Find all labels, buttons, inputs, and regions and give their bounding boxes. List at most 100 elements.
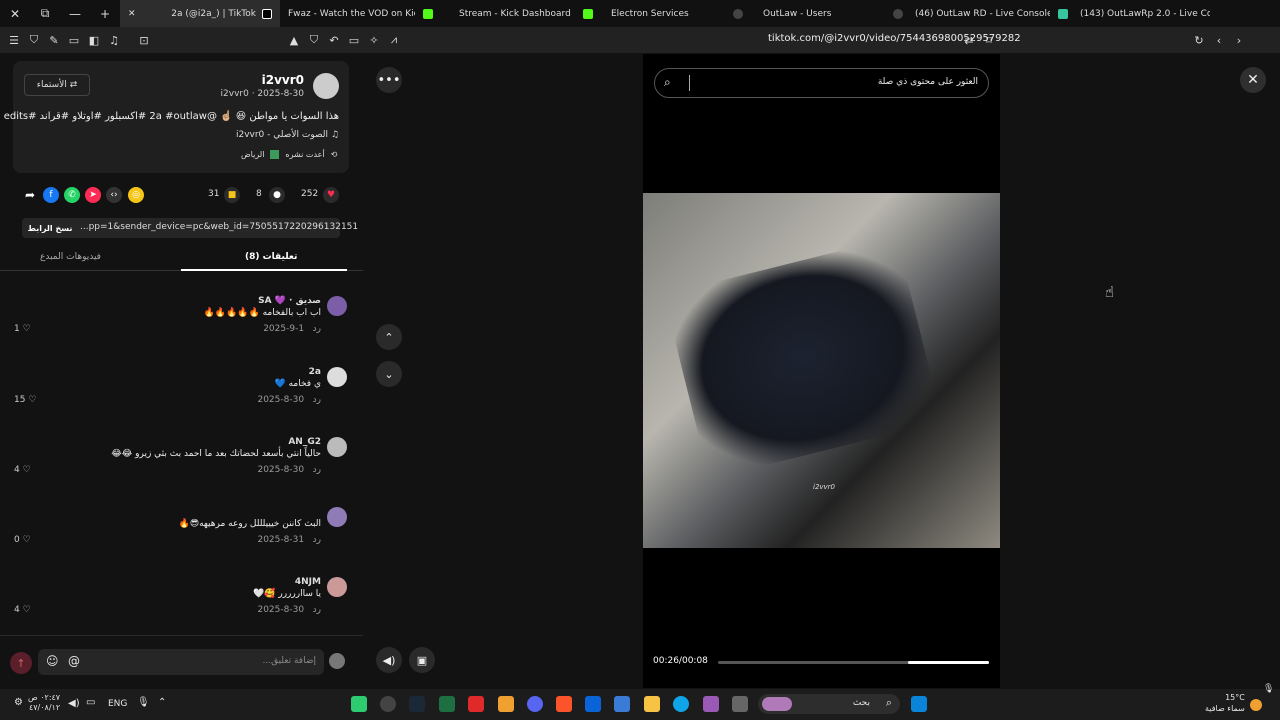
forward-icon[interactable]: › <box>1229 30 1249 50</box>
post-username[interactable]: i2vvr0 <box>262 73 304 87</box>
facebook-icon[interactable]: f <box>43 187 59 203</box>
location-label[interactable]: الرياض <box>241 150 264 159</box>
tab-outlaw-rd[interactable]: (46) OutLaw RD - Live Console <box>885 0 1050 27</box>
address-bar[interactable]: tiktok.com/@i2vvr0/video/754436980052957… <box>768 33 1021 44</box>
reload-icon[interactable]: ↻ <box>1189 30 1209 50</box>
pip-icon[interactable]: ▣ <box>409 647 435 673</box>
close-icon[interactable]: ✕ <box>1240 67 1266 93</box>
app-icon[interactable] <box>468 696 484 712</box>
app-icon[interactable] <box>351 696 367 712</box>
reply-button[interactable]: رد <box>313 535 321 545</box>
comment-like[interactable]: 1 ♡ <box>14 324 31 334</box>
shield-icon[interactable]: ⛉ <box>24 30 44 50</box>
video-frame[interactable]: i2vvr0 <box>643 193 1000 548</box>
post-sound[interactable]: ♫ الصوت الأصلي - i2vvr0 <box>236 130 339 140</box>
tab-outlaw-users[interactable]: OutLaw - Users <box>725 0 885 27</box>
windows-start-icon[interactable] <box>911 696 927 712</box>
comment-author[interactable]: AN_G2 <box>288 437 321 447</box>
close-tab-icon[interactable]: ✕ <box>128 9 136 19</box>
clock-app-icon[interactable] <box>380 696 396 712</box>
more-options-icon[interactable]: ••• <box>376 67 402 93</box>
reply-button[interactable]: رد <box>313 465 321 475</box>
tab-kick-vod[interactable]: Fwaz - Watch the VOD on Kick <box>280 0 415 27</box>
copy-link-button[interactable]: نسخ الرابط <box>26 220 74 236</box>
related-search-input[interactable]: ⌕ العثور على محتوى ذي صلة <box>654 68 989 98</box>
music-icon[interactable]: ♫ <box>104 30 124 50</box>
restore-icon[interactable]: ⧉ <box>30 0 60 27</box>
reply-button[interactable]: رد <box>313 324 321 334</box>
whatsapp-icon[interactable]: ✆ <box>64 187 80 203</box>
avatar[interactable] <box>327 296 347 316</box>
comment-like[interactable]: 15 ♡ <box>14 395 36 405</box>
send-icon[interactable]: ➤ <box>85 187 101 203</box>
tab-outlawrp[interactable]: (143) OutLawRp 2.0 - Live Console <box>1050 0 1210 27</box>
task-view-icon[interactable] <box>732 696 748 712</box>
next-video-icon[interactable]: ⌄ <box>376 361 402 387</box>
microphone-icon[interactable]: 🎙 <box>137 697 150 708</box>
clock[interactable]: ٠٢:٤٧ ص ٤٧/٠٨/١٢ <box>28 693 60 713</box>
monitor-icon[interactable]: ▭ <box>344 30 364 50</box>
mention-icon[interactable]: @ <box>68 654 80 668</box>
copilot-icon[interactable] <box>703 696 719 712</box>
emoji-icon[interactable]: ☺ <box>46 654 59 668</box>
brave-icon[interactable] <box>556 696 572 712</box>
back-icon[interactable]: ‹ <box>1209 30 1229 50</box>
excel-icon[interactable] <box>439 696 455 712</box>
avatar[interactable] <box>327 437 347 457</box>
link-text[interactable]: ...pp=1&sender_device=pc&web_id=75055172… <box>80 222 358 232</box>
post-comment-button[interactable]: ↑ <box>10 652 32 674</box>
bookmark-save-icon[interactable]: ■ <box>224 187 240 203</box>
puzzle-icon[interactable]: ✧ <box>364 30 384 50</box>
discord-icon[interactable] <box>527 696 543 712</box>
settings-icon[interactable]: ⚙ <box>14 697 23 708</box>
avatar[interactable] <box>327 367 347 387</box>
comment-like[interactable]: 4 ♡ <box>14 465 31 475</box>
app-icon[interactable] <box>498 696 514 712</box>
new-tab-icon[interactable]: + <box>90 0 120 27</box>
prev-video-icon[interactable]: ⌃ <box>376 324 402 350</box>
comment-like[interactable]: 4 ♡ <box>14 605 31 615</box>
follow-button[interactable]: الأستماء ⇄ <box>24 74 90 96</box>
tab-creator-videos[interactable]: فيديوهات المبدع <box>40 252 101 262</box>
volume-icon[interactable]: ◀) <box>376 647 402 673</box>
weather-widget[interactable]: 15°C سماء صافية <box>1205 692 1245 714</box>
comment-author[interactable]: SA 💜 · صديق <box>258 296 321 306</box>
tray-expand-icon[interactable]: ⌃ <box>158 697 166 708</box>
avatar[interactable] <box>313 73 339 99</box>
video-player[interactable]: ⌕ العثور على محتوى ذي صلة i2vvr0 00:26/0… <box>643 54 1000 688</box>
network-icon[interactable]: ▭ <box>86 697 95 708</box>
tab-tiktok[interactable]: ✕ 2a (@i2a_) | TikTok <box>120 0 280 27</box>
edge-icon[interactable] <box>673 696 689 712</box>
comment-input[interactable]: ☺ @ إضافة تعليق... <box>38 649 324 675</box>
tab-electron[interactable]: Electron Services <box>575 0 725 27</box>
comment-icon[interactable]: ● <box>269 187 285 203</box>
speaker-icon[interactable]: ◀) <box>68 698 80 709</box>
video-progress[interactable] <box>718 661 989 664</box>
sidebar-icon[interactable]: ◧ <box>84 30 104 50</box>
embed-icon[interactable]: ‹› <box>106 187 122 203</box>
avatar[interactable] <box>327 507 347 527</box>
heart-icon[interactable]: ♥ <box>323 187 339 203</box>
comment-like[interactable]: 0 ♡ <box>14 535 31 545</box>
reply-button[interactable]: رد <box>313 395 321 405</box>
taskbar-search[interactable]: بحث ⌕ <box>758 694 900 714</box>
folder-icon[interactable] <box>644 696 660 712</box>
brave-shield-icon[interactable]: ⛉ <box>304 30 324 50</box>
share-arrow-icon[interactable]: ➦ <box>22 187 38 203</box>
tab-kick-dashboard[interactable]: Stream - Kick Dashboard <box>415 0 575 27</box>
brush-icon[interactable]: ✎ <box>44 30 64 50</box>
comment-author[interactable]: 2a <box>309 367 321 377</box>
repost-label[interactable]: أعدت نشره <box>285 150 324 159</box>
search-icon[interactable]: ⌕ <box>664 75 671 90</box>
steam-icon[interactable] <box>409 696 425 712</box>
reply-button[interactable]: رد <box>313 605 321 615</box>
extension-badge-icon[interactable]: ▲ <box>284 30 304 50</box>
undo-icon[interactable]: ↶ <box>324 30 344 50</box>
language-indicator[interactable]: ENG <box>108 699 127 709</box>
avatar[interactable] <box>327 577 347 597</box>
coin-icon[interactable]: ◎ <box>128 187 144 203</box>
minimize-icon[interactable]: — <box>60 0 90 27</box>
vpn-icon[interactable]: ⩘ <box>384 30 404 50</box>
menu-icon[interactable]: ☰ <box>4 30 24 50</box>
outlook-icon[interactable] <box>585 696 601 712</box>
